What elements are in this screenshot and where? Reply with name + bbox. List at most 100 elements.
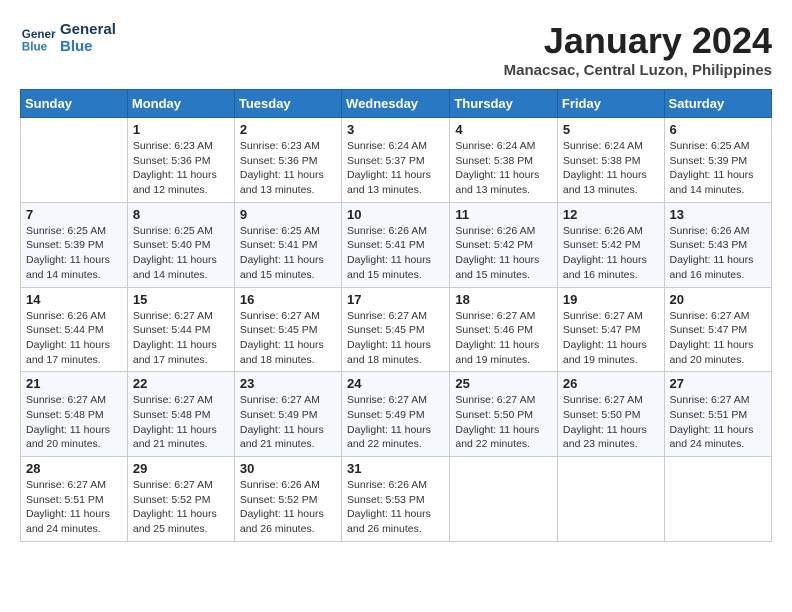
day-number: 31: [347, 461, 444, 476]
calendar-table: SundayMondayTuesdayWednesdayThursdayFrid…: [20, 89, 772, 542]
day-info: Sunrise: 6:24 AMSunset: 5:38 PMDaylight:…: [563, 139, 659, 198]
title-block: January 2024 Manacsac, Central Luzon, Ph…: [504, 20, 772, 79]
day-number: 1: [133, 122, 229, 137]
month-title: January 2024: [504, 20, 772, 62]
calendar-week-1: 1 Sunrise: 6:23 AMSunset: 5:36 PMDaylight…: [21, 118, 772, 203]
calendar-header-row: SundayMondayTuesdayWednesdayThursdayFrid…: [21, 90, 772, 118]
day-number: 28: [26, 461, 122, 476]
logo: General Blue General Blue: [20, 20, 116, 56]
calendar-cell: 13Sunrise: 6:26 AMSunset: 5:43 PMDayligh…: [664, 202, 771, 287]
day-number: 11: [455, 207, 552, 222]
day-info: Sunrise: 6:27 AMSunset: 5:50 PMDaylight:…: [455, 393, 552, 452]
day-info: Sunrise: 6:27 AMSunset: 5:46 PMDaylight:…: [455, 309, 552, 368]
calendar-cell: 30Sunrise: 6:26 AMSunset: 5:52 PMDayligh…: [234, 457, 341, 542]
day-number: 16: [240, 292, 336, 307]
day-info: Sunrise: 6:27 AMSunset: 5:51 PMDaylight:…: [26, 478, 122, 537]
day-info: Sunrise: 6:27 AMSunset: 5:49 PMDaylight:…: [347, 393, 444, 452]
calendar-cell: 19 Sunrise: 6:27 AMSunset: 5:47 PMDayligh…: [557, 287, 664, 372]
calendar-cell: 12Sunrise: 6:26 AMSunset: 5:42 PMDayligh…: [557, 202, 664, 287]
calendar-cell: 10 Sunrise: 6:26 AMSunset: 5:41 PMDayligh…: [342, 202, 450, 287]
header-day-saturday: Saturday: [664, 90, 771, 118]
day-info: Sunrise: 6:27 AMSunset: 5:48 PMDaylight:…: [133, 393, 229, 452]
day-info: Sunrise: 6:24 AMSunset: 5:38 PMDaylight:…: [455, 139, 552, 198]
calendar-cell: 21 Sunrise: 6:27 AMSunset: 5:48 PMDayligh…: [21, 372, 128, 457]
calendar-cell: 9 Sunrise: 6:25 AMSunset: 5:41 PMDaylight…: [234, 202, 341, 287]
calendar-cell: 11Sunrise: 6:26 AMSunset: 5:42 PMDayligh…: [450, 202, 558, 287]
calendar-cell: 28 Sunrise: 6:27 AMSunset: 5:51 PMDayligh…: [21, 457, 128, 542]
day-info: Sunrise: 6:25 AMSunset: 5:39 PMDaylight:…: [26, 224, 122, 283]
header-day-friday: Friday: [557, 90, 664, 118]
calendar-week-5: 28 Sunrise: 6:27 AMSunset: 5:51 PMDayligh…: [21, 457, 772, 542]
day-info: Sunrise: 6:25 AMSunset: 5:39 PMDaylight:…: [670, 139, 766, 198]
calendar-cell: 18 Sunrise: 6:27 AMSunset: 5:46 PMDayligh…: [450, 287, 558, 372]
day-number: 20: [670, 292, 766, 307]
calendar-cell: 2Sunrise: 6:23 AMSunset: 5:36 PMDaylight…: [234, 118, 341, 203]
day-number: 25: [455, 376, 552, 391]
day-number: 8: [133, 207, 229, 222]
calendar-cell: 20 Sunrise: 6:27 AMSunset: 5:47 PMDayligh…: [664, 287, 771, 372]
day-number: 2: [240, 122, 336, 137]
calendar-week-3: 14 Sunrise: 6:26 AMSunset: 5:44 PMDayligh…: [21, 287, 772, 372]
calendar-cell: 29Sunrise: 6:27 AMSunset: 5:52 PMDayligh…: [127, 457, 234, 542]
day-info: Sunrise: 6:27 AMSunset: 5:47 PMDaylight:…: [670, 309, 766, 368]
location: Manacsac, Central Luzon, Philippines: [504, 62, 772, 79]
day-number: 9: [240, 207, 336, 222]
day-number: 4: [455, 122, 552, 137]
day-info: Sunrise: 6:26 AMSunset: 5:42 PMDaylight:…: [563, 224, 659, 283]
page-header: General Blue General Blue January 2024 M…: [20, 20, 772, 79]
svg-text:General: General: [22, 28, 56, 41]
calendar-cell: 14 Sunrise: 6:26 AMSunset: 5:44 PMDayligh…: [21, 287, 128, 372]
day-number: 24: [347, 376, 444, 391]
day-info: Sunrise: 6:26 AMSunset: 5:44 PMDaylight:…: [26, 309, 122, 368]
day-info: Sunrise: 6:26 AMSunset: 5:41 PMDaylight:…: [347, 224, 444, 283]
calendar-cell: 17 Sunrise: 6:27 AMSunset: 5:45 PMDayligh…: [342, 287, 450, 372]
header-day-tuesday: Tuesday: [234, 90, 341, 118]
calendar-cell: 15Sunrise: 6:27 AMSunset: 5:44 PMDayligh…: [127, 287, 234, 372]
day-info: Sunrise: 6:25 AMSunset: 5:40 PMDaylight:…: [133, 224, 229, 283]
header-day-sunday: Sunday: [21, 90, 128, 118]
calendar-cell: 26Sunrise: 6:27 AMSunset: 5:50 PMDayligh…: [557, 372, 664, 457]
day-number: 23: [240, 376, 336, 391]
day-number: 27: [670, 376, 766, 391]
calendar-cell: 31 Sunrise: 6:26 AMSunset: 5:53 PMDayligh…: [342, 457, 450, 542]
logo-line1: General: [60, 21, 116, 38]
day-info: Sunrise: 6:27 AMSunset: 5:52 PMDaylight:…: [133, 478, 229, 537]
day-info: Sunrise: 6:23 AMSunset: 5:36 PMDaylight:…: [133, 139, 229, 198]
calendar-cell: 7 Sunrise: 6:25 AMSunset: 5:39 PMDaylight…: [21, 202, 128, 287]
calendar-cell: 22Sunrise: 6:27 AMSunset: 5:48 PMDayligh…: [127, 372, 234, 457]
header-day-wednesday: Wednesday: [342, 90, 450, 118]
day-info: Sunrise: 6:27 AMSunset: 5:45 PMDaylight:…: [240, 309, 336, 368]
calendar-cell: 23 Sunrise: 6:27 AMSunset: 5:49 PMDayligh…: [234, 372, 341, 457]
day-number: 19: [563, 292, 659, 307]
day-number: 21: [26, 376, 122, 391]
calendar-cell: 3 Sunrise: 6:24 AMSunset: 5:37 PMDaylight…: [342, 118, 450, 203]
day-number: 3: [347, 122, 444, 137]
calendar-cell: 6Sunrise: 6:25 AMSunset: 5:39 PMDaylight…: [664, 118, 771, 203]
day-info: Sunrise: 6:26 AMSunset: 5:53 PMDaylight:…: [347, 478, 444, 537]
day-number: 10: [347, 207, 444, 222]
header-day-monday: Monday: [127, 90, 234, 118]
calendar-cell: 5 Sunrise: 6:24 AMSunset: 5:38 PMDaylight…: [557, 118, 664, 203]
day-info: Sunrise: 6:27 AMSunset: 5:47 PMDaylight:…: [563, 309, 659, 368]
day-number: 17: [347, 292, 444, 307]
day-info: Sunrise: 6:26 AMSunset: 5:43 PMDaylight:…: [670, 224, 766, 283]
day-number: 5: [563, 122, 659, 137]
day-info: Sunrise: 6:27 AMSunset: 5:49 PMDaylight:…: [240, 393, 336, 452]
day-info: Sunrise: 6:25 AMSunset: 5:41 PMDaylight:…: [240, 224, 336, 283]
day-number: 26: [563, 376, 659, 391]
calendar-cell: 27Sunrise: 6:27 AMSunset: 5:51 PMDayligh…: [664, 372, 771, 457]
calendar-cell: [450, 457, 558, 542]
day-info: Sunrise: 6:24 AMSunset: 5:37 PMDaylight:…: [347, 139, 444, 198]
day-number: 7: [26, 207, 122, 222]
logo-line2: Blue: [60, 38, 116, 55]
day-info: Sunrise: 6:27 AMSunset: 5:45 PMDaylight:…: [347, 309, 444, 368]
day-number: 14: [26, 292, 122, 307]
day-info: Sunrise: 6:27 AMSunset: 5:44 PMDaylight:…: [133, 309, 229, 368]
svg-text:Blue: Blue: [22, 41, 48, 54]
day-info: Sunrise: 6:27 AMSunset: 5:48 PMDaylight:…: [26, 393, 122, 452]
calendar-cell: 16 Sunrise: 6:27 AMSunset: 5:45 PMDayligh…: [234, 287, 341, 372]
day-number: 18: [455, 292, 552, 307]
calendar-cell: 1 Sunrise: 6:23 AMSunset: 5:36 PMDaylight…: [127, 118, 234, 203]
header-day-thursday: Thursday: [450, 90, 558, 118]
calendar-cell: [664, 457, 771, 542]
